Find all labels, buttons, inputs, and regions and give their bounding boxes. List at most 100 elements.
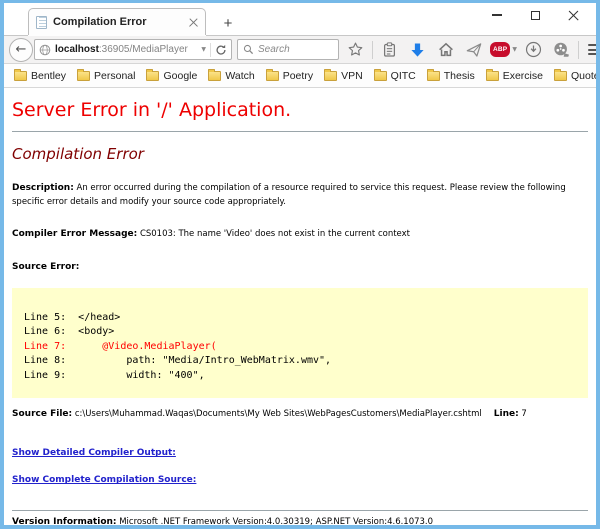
source-file-label: Source File: — [12, 409, 73, 420]
code-line: Line 8: path: "Media/Intro_WebMatrix.wmv… — [24, 355, 332, 367]
film-reel-icon — [554, 42, 569, 57]
line-label: Line: — [493, 409, 519, 420]
bookmark-label: Watch — [225, 69, 255, 82]
show-detailed-compiler-output-link[interactable]: Show Detailed Compiler Output: — [12, 448, 176, 458]
downloads-icon — [525, 41, 542, 58]
blue-down-arrow-icon — [411, 42, 424, 57]
star-icon — [348, 42, 363, 56]
toolbar-separator — [577, 40, 579, 59]
page-favicon-icon — [36, 15, 47, 29]
navigation-toolbar: ← localhost:36905/MediaPlayer ▼ Search A… — [4, 35, 596, 64]
bookmark-folder-item[interactable]: Exercise — [482, 68, 547, 84]
downloads-button[interactable] — [522, 38, 545, 62]
bookmark-label: Poetry — [282, 69, 314, 82]
bookmark-folder-item[interactable]: Personal — [73, 68, 139, 84]
bookmark-folder-item[interactable]: Poetry — [262, 68, 317, 84]
reading-list-button[interactable] — [378, 38, 401, 62]
adblock-button[interactable]: ABP ▼ — [490, 42, 517, 57]
browser-window: Compilation Error + ← localhost:36905/Me… — [0, 0, 600, 529]
folder-icon — [373, 68, 387, 81]
bookmark-label: Bentley — [31, 69, 67, 82]
version-text: Microsoft .NET Framework Version:4.0.303… — [119, 517, 434, 525]
bookmark-folder-item[interactable]: Google — [142, 68, 201, 84]
folder-icon — [77, 68, 91, 81]
reload-icon[interactable] — [215, 44, 227, 56]
folder-icon — [14, 68, 27, 81]
source-error-heading: Source Error: — [12, 262, 80, 273]
new-tab-button[interactable]: + — [216, 15, 240, 32]
minimize-button[interactable] — [478, 4, 516, 26]
tab-close-icon[interactable] — [189, 18, 198, 27]
bookmark-label: VPN — [341, 69, 363, 82]
divider — [12, 510, 588, 512]
menu-button[interactable] — [587, 44, 596, 55]
menu-icon — [587, 44, 596, 46]
bookmark-label: Quotes — [570, 69, 596, 82]
bookmark-folder-item[interactable]: Bentley — [10, 68, 70, 84]
version-label: Version Information: — [12, 517, 117, 525]
close-icon — [568, 10, 579, 21]
compiler-message-label: Compiler Error Message: — [12, 229, 138, 240]
bookmark-folder-item[interactable]: QITC — [370, 68, 420, 84]
bookmark-label: Thesis — [443, 69, 475, 82]
bookmark-label: QITC — [390, 69, 416, 82]
code-line: Line 9: width: "400", — [24, 369, 205, 381]
version-information: Version Information: Microsoft .NET Fram… — [12, 517, 588, 525]
show-complete-compilation-source-link[interactable]: Show Complete Compilation Source: — [12, 475, 196, 485]
page-title: Server Error in '/' Application. — [12, 99, 292, 121]
url-path: :36905/MediaPlayer — [98, 44, 188, 55]
folder-icon — [553, 68, 567, 81]
folder-icon — [324, 68, 338, 81]
tab-title: Compilation Error — [53, 16, 147, 28]
maximize-icon — [530, 10, 540, 20]
folder-icon — [208, 68, 222, 81]
divider — [12, 131, 588, 132]
home-button[interactable] — [434, 38, 457, 62]
url-host: localhost — [55, 44, 99, 55]
code-line: Line 5: </head> — [24, 311, 121, 323]
download-helper-button[interactable] — [406, 38, 429, 62]
back-button[interactable]: ← — [9, 37, 33, 62]
address-bar[interactable]: localhost:36905/MediaPlayer ▼ — [34, 39, 232, 60]
urlbar-separator — [210, 42, 211, 57]
folder-icon — [426, 68, 440, 81]
send-tab-button[interactable] — [462, 38, 485, 62]
globe-icon — [39, 44, 51, 55]
line-number: 7 — [521, 409, 527, 420]
source-error-code-box: Line 5: </head> Line 6: <body> Line 7: @… — [12, 287, 588, 399]
adblock-dropdown-icon[interactable]: ▼ — [512, 46, 517, 53]
bookmark-folder-item[interactable]: Quotes — [550, 68, 596, 84]
bookmark-label: Personal — [94, 69, 136, 82]
urlbar-dropdown-icon[interactable]: ▼ — [201, 46, 206, 53]
paper-plane-icon — [466, 42, 481, 57]
code-line: Line 6: <body> — [24, 326, 115, 338]
page-content: Server Error in '/' Application. Compila… — [4, 88, 596, 525]
minimize-icon — [492, 14, 502, 16]
source-file-path: c:\Users\Muhammad.Waqas\Documents\My Web… — [74, 409, 482, 420]
folder-icon — [485, 68, 499, 81]
search-bar[interactable]: Search — [237, 39, 339, 60]
bookmark-star-button[interactable] — [344, 38, 367, 62]
code-line: Line 7: @Video.MediaPlayer( — [24, 340, 217, 352]
folder-icon — [146, 68, 160, 81]
compiler-message-paragraph: Compiler Error Message: CS0103: The name… — [12, 228, 588, 242]
close-button[interactable] — [554, 4, 592, 26]
url-text[interactable]: localhost:36905/MediaPlayer — [55, 44, 197, 55]
video-downloader-button[interactable] — [550, 38, 573, 62]
bookmarks-bar: Bentley Personal Google Watch Poetry VPN… — [4, 64, 596, 88]
tab-compilation-error[interactable]: Compilation Error — [28, 8, 206, 35]
maximize-button[interactable] — [516, 4, 554, 26]
search-icon — [243, 44, 254, 55]
source-file-line: Source File: c:\Users\Muhammad.Waqas\Doc… — [12, 409, 588, 419]
description-paragraph: Description: An error occurred during th… — [12, 182, 588, 209]
bookmark-folder-item[interactable]: Watch — [204, 68, 258, 84]
bookmark-folder-item[interactable]: VPN — [320, 68, 367, 84]
bookmark-folder-item[interactable]: Thesis — [423, 68, 479, 84]
titlebar: Compilation Error + — [4, 3, 596, 35]
error-subtitle: Compilation Error — [12, 145, 144, 163]
bookmarks-list: Bentley Personal Google Watch Poetry VPN… — [10, 68, 596, 84]
home-icon — [438, 42, 453, 57]
clipboard-icon — [383, 41, 396, 57]
bookmark-label: Exercise — [502, 69, 543, 82]
description-label: Description: — [12, 183, 74, 193]
